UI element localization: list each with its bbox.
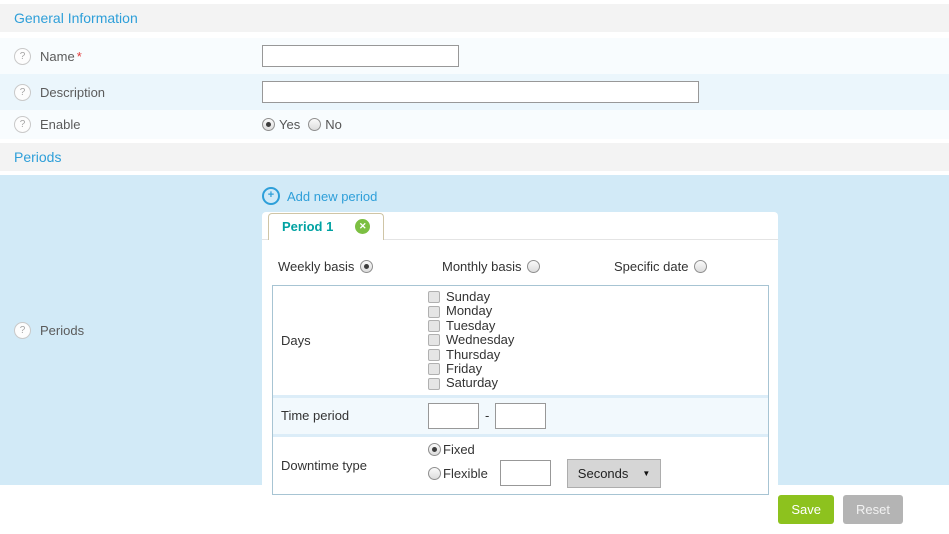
downtime-type-content: Fixed Flexible Seconds	[428, 437, 661, 494]
radio-icon[interactable]	[527, 260, 540, 273]
save-button[interactable]: Save	[778, 495, 834, 524]
duration-input[interactable]	[500, 460, 551, 486]
day-label: Sunday	[446, 290, 490, 304]
description-label: Description	[40, 85, 105, 100]
form-row-name: Name*	[0, 38, 949, 74]
periods-label-cell: Periods	[0, 175, 262, 485]
section-header-periods: Periods	[0, 143, 949, 171]
enable-label: Enable	[40, 117, 80, 132]
periods-section: Periods Add new period Period 1 Weekly b…	[0, 175, 949, 485]
form-row-description: Description	[0, 74, 949, 110]
day-sunday[interactable]: Sunday	[428, 290, 514, 304]
day-thursday[interactable]: Thursday	[428, 348, 514, 362]
day-label: Thursday	[446, 348, 500, 362]
period-tab-bar: Period 1	[262, 212, 778, 240]
name-label-cell: Name*	[0, 48, 262, 65]
form-row-enable: Enable Yes No	[0, 110, 949, 139]
periods-label: Periods	[40, 323, 84, 338]
duration-unit-value: Seconds	[578, 466, 629, 481]
day-wednesday[interactable]: Wednesday	[428, 333, 514, 347]
time-period-inputs: -	[428, 398, 546, 434]
checkbox-icon[interactable]	[428, 291, 440, 303]
add-circle-icon[interactable]	[262, 187, 280, 205]
section-header-general: General Information	[0, 4, 949, 32]
radio-icon[interactable]	[360, 260, 373, 273]
specific-date-label: Specific date	[614, 259, 688, 274]
close-tab-icon[interactable]	[355, 219, 370, 234]
radio-icon[interactable]	[428, 443, 441, 456]
help-icon[interactable]	[14, 116, 31, 133]
help-icon[interactable]	[14, 84, 31, 101]
day-label: Monday	[446, 304, 492, 318]
day-label: Tuesday	[446, 319, 495, 333]
time-period-row: Time period -	[273, 398, 768, 434]
days-row: Days Sunday Monday Tuesday Wednesday Thu…	[273, 286, 768, 395]
name-label: Name*	[40, 49, 82, 64]
enable-yes-radio[interactable]: Yes	[262, 117, 300, 132]
downtime-type-row: Downtime type Fixed Flexible Seconds	[273, 437, 768, 494]
weekly-basis-radio[interactable]: Weekly basis	[278, 259, 442, 274]
radio-icon[interactable]	[694, 260, 707, 273]
day-monday[interactable]: Monday	[428, 304, 514, 318]
checkbox-icon[interactable]	[428, 349, 440, 361]
time-start-input[interactable]	[428, 403, 479, 429]
weekly-basis-label: Weekly basis	[278, 259, 354, 274]
period-panel: Period 1 Weekly basis Monthly basis Spec…	[262, 212, 778, 507]
help-icon[interactable]	[14, 48, 31, 65]
enable-yes-label: Yes	[279, 117, 300, 132]
day-label: Wednesday	[446, 333, 514, 347]
downtime-type-label: Downtime type	[273, 437, 428, 494]
basis-options-row: Weekly basis Monthly basis Specific date	[278, 259, 778, 274]
checkbox-icon[interactable]	[428, 334, 440, 346]
checkbox-icon[interactable]	[428, 378, 440, 390]
flexible-radio-icon[interactable]	[428, 467, 441, 480]
time-period-label: Time period	[273, 398, 428, 434]
duration-unit-select[interactable]: Seconds	[567, 459, 662, 488]
day-label: Friday	[446, 362, 482, 376]
description-label-cell: Description	[0, 84, 262, 101]
add-new-period-link[interactable]: Add new period	[262, 187, 778, 205]
tab-period-1-label: Period 1	[282, 219, 333, 234]
days-checkbox-list: Sunday Monday Tuesday Wednesday Thursday…	[428, 286, 514, 395]
fixed-radio[interactable]: Fixed	[428, 442, 661, 457]
flexible-line: Flexible Seconds	[428, 459, 661, 488]
monthly-basis-label: Monthly basis	[442, 259, 521, 274]
time-end-input[interactable]	[495, 403, 546, 429]
description-input[interactable]	[262, 81, 699, 103]
caret-down-icon	[642, 469, 650, 478]
enable-label-cell: Enable	[0, 116, 262, 133]
days-label: Days	[273, 286, 428, 395]
monthly-basis-radio[interactable]: Monthly basis	[442, 259, 614, 274]
day-label: Saturday	[446, 376, 498, 390]
checkbox-icon[interactable]	[428, 363, 440, 375]
time-separator: -	[485, 408, 489, 423]
help-icon[interactable]	[14, 322, 31, 339]
add-new-period-label: Add new period	[287, 189, 377, 204]
day-friday[interactable]: Friday	[428, 362, 514, 376]
reset-button[interactable]: Reset	[843, 495, 903, 524]
fixed-label: Fixed	[443, 442, 475, 457]
day-tuesday[interactable]: Tuesday	[428, 319, 514, 333]
enable-no-radio[interactable]: No	[308, 117, 342, 132]
flexible-label: Flexible	[443, 466, 488, 481]
enable-no-label: No	[325, 117, 342, 132]
checkbox-icon[interactable]	[428, 306, 440, 318]
specific-date-radio[interactable]: Specific date	[614, 259, 707, 274]
name-input[interactable]	[262, 45, 459, 67]
periods-content: Add new period Period 1 Weekly basis Mon…	[262, 175, 778, 485]
required-asterisk: *	[77, 49, 82, 64]
checkbox-icon[interactable]	[428, 320, 440, 332]
period-settings-table: Days Sunday Monday Tuesday Wednesday Thu…	[272, 285, 769, 495]
radio-icon[interactable]	[308, 118, 321, 131]
tab-period-1[interactable]: Period 1	[268, 213, 384, 240]
day-saturday[interactable]: Saturday	[428, 376, 514, 390]
radio-icon[interactable]	[262, 118, 275, 131]
